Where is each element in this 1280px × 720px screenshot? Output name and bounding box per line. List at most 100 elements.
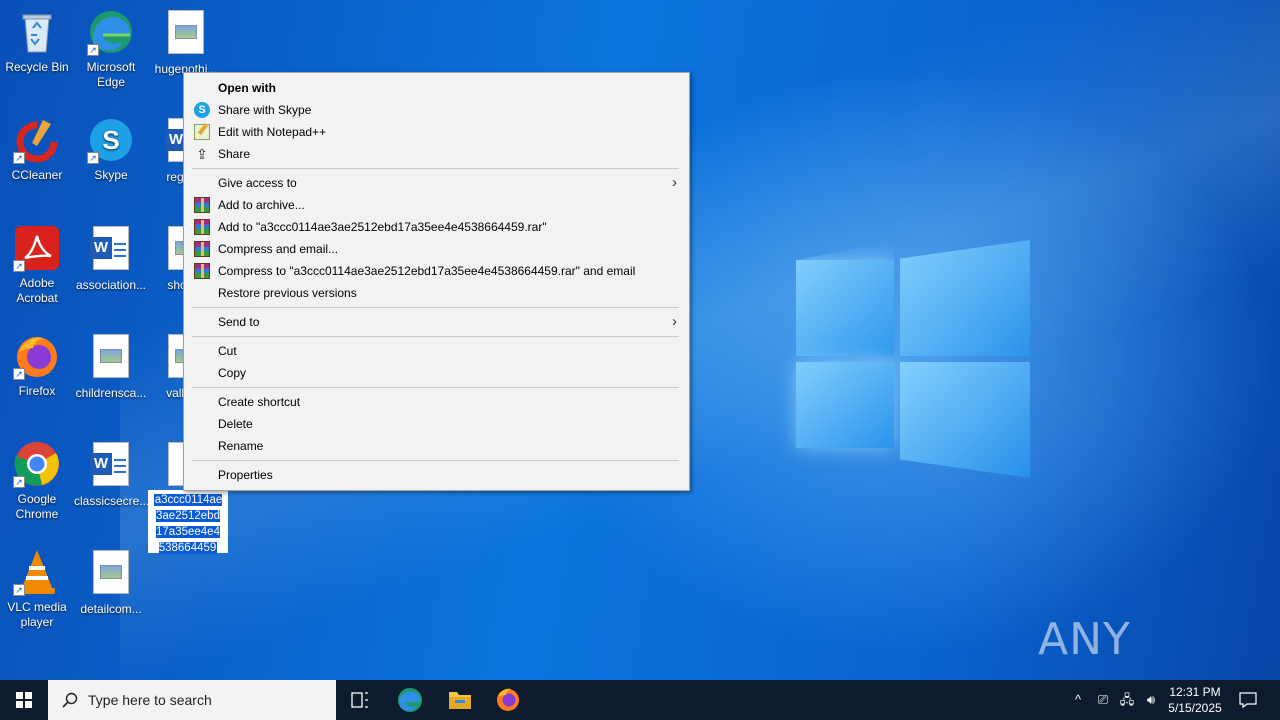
taskbar-search-box[interactable]: Type here to search [48,680,336,720]
desktop-icon-firefox[interactable]: ↗ Firefox [0,332,74,399]
task-view-icon [351,692,368,708]
menu-item-give-access-to[interactable]: Give access to › [184,172,689,194]
taskbar-firefox-button[interactable] [484,680,532,720]
image-file-icon [87,334,135,382]
notification-icon [1239,692,1257,709]
menu-separator [192,336,679,337]
menu-item-compress-and-email[interactable]: Compress and email... [184,238,689,260]
desktop-icon-label: childrensca... [75,386,147,400]
shortcut-arrow-icon: ↗ [13,584,25,596]
windows-wallpaper-logo [796,240,1030,480]
search-icon [62,692,78,708]
tray-volume-button[interactable]: 🔊︎ [1140,680,1162,720]
image-file-icon [162,10,210,58]
menu-item-add-to-rar[interactable]: Add to "a3ccc0114ae3ae2512ebd17a35ee4e45… [184,216,689,238]
winrar-icon [194,197,210,213]
share-icon: ⇪ [196,146,208,162]
desktop-icon-detailcom[interactable]: detailcom... [74,548,148,617]
image-file-icon [87,550,135,598]
recycle-bin-icon [13,8,61,56]
menu-item-share[interactable]: ⇪ Share [184,143,689,165]
menu-item-cut[interactable]: Cut [184,340,689,362]
folder-icon [449,692,471,709]
menu-separator [192,460,679,461]
desktop-icon-association[interactable]: W association... [74,224,148,293]
edge-icon: ↗ [87,8,135,56]
desktop-icon-label: Firefox [18,384,56,398]
desktop-icon-classicsecre[interactable]: W classicsecre... [74,440,149,509]
menu-item-copy[interactable]: Copy [184,362,689,384]
desktop-icon-google-chrome[interactable]: ↗ Google Chrome [0,440,74,522]
winrar-icon [194,219,210,235]
desktop-icon-label: detailcom... [80,602,142,616]
acrobat-icon: ↗ [13,224,61,272]
taskbar-edge-button[interactable] [386,680,434,720]
menu-item-rename[interactable]: Rename [184,435,689,457]
desktop-icon-skype[interactable]: S ↗ Skype [74,116,148,183]
edge-icon [398,688,422,712]
chevron-right-icon: › [672,313,677,330]
clock-time: 12:31 PM [1169,685,1221,699]
desktop-icon-ccleaner[interactable]: ↗ CCleaner [0,116,74,183]
tray-device-button[interactable]: ⎚ [1092,680,1114,720]
show-hidden-icons-button[interactable]: ^ [1068,680,1088,720]
logo-pane [796,362,894,448]
firefox-icon: ↗ [13,332,61,380]
selected-file-label[interactable]: a3ccc0114ae3ae2512ebd17a35ee4e4538664459 [148,490,228,554]
menu-item-properties[interactable]: Properties [184,464,689,486]
shortcut-arrow-icon: ↗ [13,476,25,488]
desktop-icon-microsoft-edge[interactable]: ↗ Microsoft Edge [74,8,148,90]
menu-separator [192,387,679,388]
menu-item-create-shortcut[interactable]: Create shortcut [184,391,689,413]
chevron-up-icon: ^ [1074,692,1082,707]
winrar-icon [194,241,210,257]
menu-item-delete[interactable]: Delete [184,413,689,435]
winrar-icon [194,263,210,279]
tray-network-button[interactable]: 🖧 [1116,680,1138,720]
context-menu: Open with S Share with Skype Edit with No… [183,72,690,491]
menu-item-edit-with-notepadpp[interactable]: Edit with Notepad++ [184,121,689,143]
task-view-button[interactable] [336,680,384,720]
desktop-icon-label: Google Chrome [15,492,59,521]
desktop-icon-label: CCleaner [11,168,63,182]
taskbar-file-explorer-button[interactable] [436,680,484,720]
menu-separator [192,168,679,169]
vlc-icon: ↗ [13,548,61,596]
shortcut-arrow-icon: ↗ [13,152,25,164]
taskbar: Type here to search ^ ⎚ 🖧 🔊︎ 12:31 PM 5/… [0,680,1280,720]
menu-separator [192,307,679,308]
menu-item-add-to-archive[interactable]: Add to archive... [184,194,689,216]
menu-item-send-to[interactable]: Send to › [184,311,689,333]
logo-pane [900,240,1030,356]
desktop-icon-label: Recycle Bin [5,60,69,74]
desktop-icon-label: association... [75,278,147,292]
menu-item-restore-previous-versions[interactable]: Restore previous versions [184,282,689,304]
desktop-icon-childrensca[interactable]: childrensca... [74,332,148,401]
desktop-icon-label: Adobe Acrobat [16,276,58,305]
desktop-icon-vlc[interactable]: ↗ VLC media player [0,548,74,630]
word-doc-icon: W [87,442,135,490]
taskbar-clock[interactable]: 12:31 PM 5/15/2025 [1160,684,1230,716]
desktop-icon-hugenothi[interactable]: hugenothi... [149,8,223,77]
menu-item-share-with-skype[interactable]: S Share with Skype [184,99,689,121]
desktop-icon-adobe-acrobat[interactable]: ↗ Adobe Acrobat [0,224,74,306]
desktop-icon-label: Skype [94,168,128,182]
device-icon: ⎚ [1097,692,1109,707]
notepadpp-icon [194,124,210,140]
action-center-button[interactable] [1232,680,1264,720]
desktop-icon-recycle-bin[interactable]: Recycle Bin [0,8,74,75]
menu-item-open-with[interactable]: Open with [184,77,689,99]
shortcut-arrow-icon: ↗ [13,368,25,380]
skype-icon: S ↗ [87,116,135,164]
shortcut-arrow-icon: ↗ [87,44,99,56]
clock-date: 5/15/2025 [1168,701,1222,715]
menu-item-compress-to-rar-and-email[interactable]: Compress to "a3ccc0114ae3ae2512ebd17a35e… [184,260,689,282]
shortcut-arrow-icon: ↗ [87,152,99,164]
firefox-icon [497,688,519,711]
chevron-right-icon: › [672,174,677,191]
svg-text:S: S [102,125,119,155]
desktop-icon-label: Microsoft Edge [86,60,136,89]
skype-icon: S [194,102,210,118]
network-icon: 🖧 [1119,692,1135,707]
start-button[interactable] [0,680,48,720]
